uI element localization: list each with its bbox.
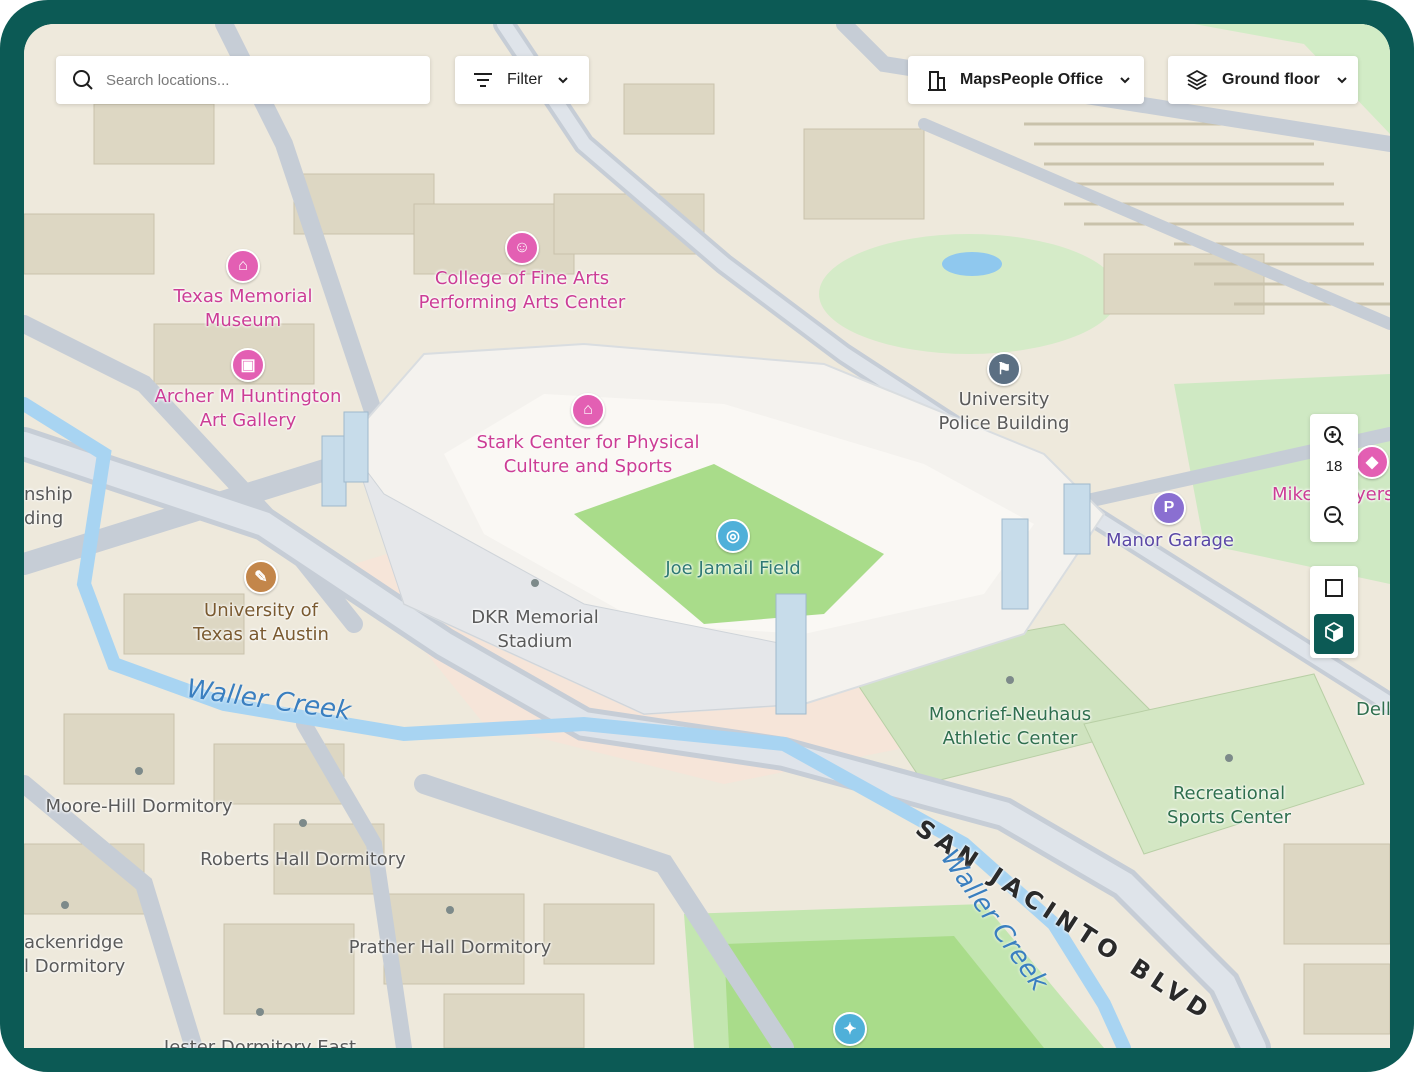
location-dot bbox=[531, 579, 539, 587]
theater-icon[interactable]: ☺ bbox=[505, 231, 539, 265]
poi-moore-hill[interactable]: Moore-Hill Dormitory bbox=[45, 795, 232, 819]
cube-icon bbox=[1324, 621, 1344, 647]
poi-township-building[interactable]: nship ding bbox=[24, 483, 73, 531]
view-3d-button[interactable] bbox=[1314, 614, 1354, 654]
poi-mike-label[interactable]: Mike bbox=[1272, 483, 1313, 507]
filter-label: Filter bbox=[507, 71, 543, 88]
zoom-out-icon bbox=[1323, 505, 1345, 532]
gallery-icon[interactable]: ▣ bbox=[231, 348, 265, 382]
location-dot bbox=[446, 906, 454, 914]
filter-button[interactable]: Filter bbox=[455, 56, 589, 104]
poi-huntington[interactable]: Archer M Huntington Art Gallery bbox=[155, 385, 342, 433]
poi-brackenridge[interactable]: ackenridge l Dormitory bbox=[24, 931, 125, 979]
zoom-controls: 18 bbox=[1310, 414, 1358, 542]
location-dot bbox=[256, 1008, 264, 1016]
filter-icon bbox=[473, 72, 493, 88]
location-dot bbox=[1225, 754, 1233, 762]
parking-icon[interactable]: P bbox=[1152, 491, 1186, 525]
zoom-out-button[interactable] bbox=[1310, 498, 1358, 538]
poi-myers-label[interactable]: yers bbox=[1355, 483, 1390, 507]
layers-icon bbox=[1186, 69, 1208, 91]
poi-police[interactable]: University Police Building bbox=[939, 388, 1070, 436]
poi-stark-center[interactable]: Stark Center for Physical Culture and Spo… bbox=[476, 431, 699, 479]
poi-roberts-hall[interactable]: Roberts Hall Dormitory bbox=[200, 848, 406, 872]
poi-dell-label[interactable]: Dell bbox=[1356, 698, 1390, 722]
chevron-down-icon bbox=[557, 76, 569, 84]
floor-label: Ground floor bbox=[1222, 71, 1320, 88]
search-bar[interactable]: Search locations... bbox=[56, 56, 430, 104]
poi-dkr-stadium[interactable]: DKR Memorial Stadium bbox=[471, 606, 598, 654]
venue-icon[interactable]: ◆ bbox=[1355, 445, 1389, 479]
search-icon bbox=[72, 69, 94, 91]
museum-icon[interactable]: ⌂ bbox=[571, 393, 605, 427]
building-icon bbox=[926, 69, 948, 91]
zoom-level: 18 bbox=[1325, 458, 1343, 475]
chevron-down-icon bbox=[1119, 76, 1131, 84]
venue-label: MapsPeople Office bbox=[960, 71, 1104, 88]
poi-joe-jamail[interactable]: Joe Jamail Field bbox=[665, 557, 800, 581]
poi-jester[interactable]: Jester Dormitory East bbox=[164, 1036, 356, 1048]
location-dot bbox=[135, 767, 143, 775]
poi-texas-memorial[interactable]: Texas Memorial Museum bbox=[173, 285, 312, 333]
view-2d-button[interactable] bbox=[1314, 570, 1354, 610]
poi-rec-sports[interactable]: Recreational Sports Center bbox=[1167, 782, 1291, 830]
poi-fine-arts[interactable]: College of Fine Arts Performing Arts Cent… bbox=[419, 267, 626, 315]
location-dot bbox=[61, 901, 69, 909]
graduation-cap-icon[interactable]: ✎ bbox=[244, 560, 278, 594]
police-icon[interactable]: ⚑ bbox=[987, 352, 1021, 386]
location-dot bbox=[299, 819, 307, 827]
pond bbox=[942, 252, 1002, 276]
chevron-down-icon bbox=[1336, 76, 1348, 84]
view-mode-toggle bbox=[1310, 566, 1358, 658]
museum-icon[interactable]: ⌂ bbox=[226, 249, 260, 283]
zoom-in-button[interactable] bbox=[1310, 418, 1358, 458]
venue-selector[interactable]: MapsPeople Office bbox=[908, 56, 1144, 104]
running-icon[interactable]: ✦ bbox=[833, 1012, 867, 1046]
poi-manor-garage[interactable]: Manor Garage bbox=[1106, 529, 1234, 553]
floor-selector[interactable]: Ground floor bbox=[1168, 56, 1358, 104]
poi-prather-hall[interactable]: Prather Hall Dormitory bbox=[349, 936, 552, 960]
zoom-in-icon bbox=[1323, 425, 1345, 452]
location-dot bbox=[1006, 676, 1014, 684]
stadium-icon[interactable]: ◎ bbox=[716, 519, 750, 553]
square-icon bbox=[1324, 578, 1344, 603]
poi-ut-austin[interactable]: University of Texas at Austin bbox=[193, 599, 329, 647]
green-lawn bbox=[819, 234, 1119, 354]
search-input[interactable]: Search locations... bbox=[106, 72, 229, 89]
map-screen[interactable]: ⌂ Texas Memorial Museum ☺ College of Fine… bbox=[24, 24, 1390, 1048]
poi-moncrief[interactable]: Moncrief-Neuhaus Athletic Center bbox=[929, 703, 1091, 751]
